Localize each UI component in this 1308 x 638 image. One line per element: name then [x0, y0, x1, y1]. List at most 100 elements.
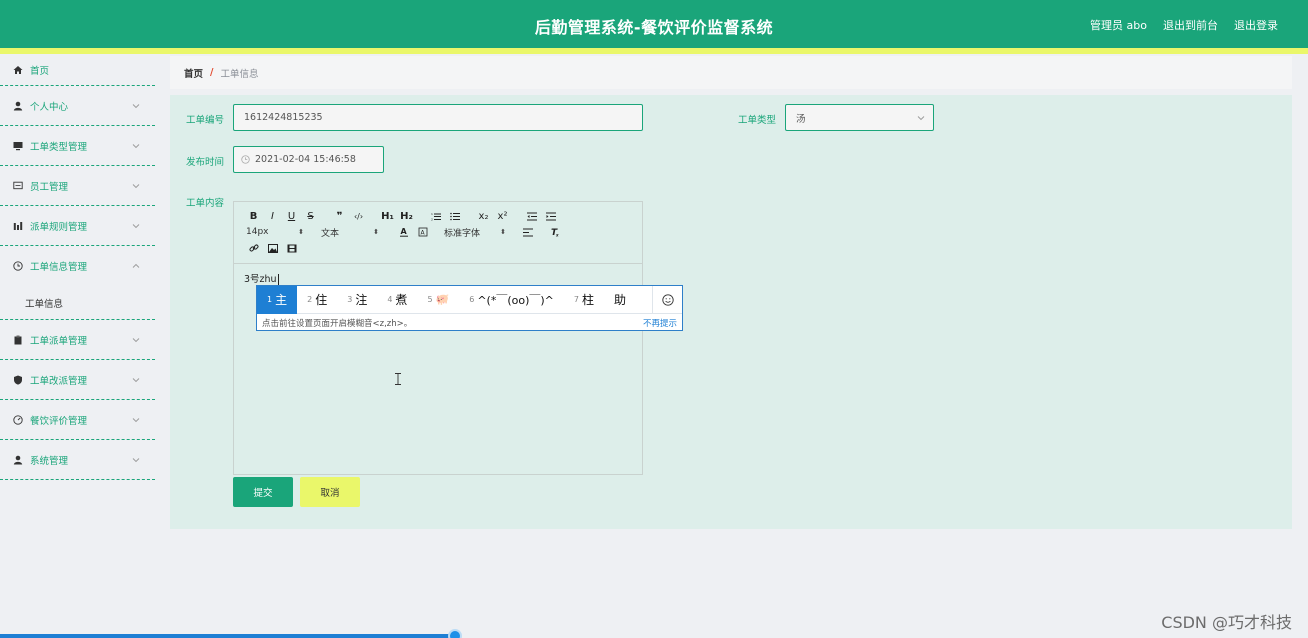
order-type-label: 工单类型 [738, 115, 777, 126]
sidebar-item-label: 系统管理 [30, 455, 69, 467]
publish-time-value: 2021-02-04 15:46:58 [255, 154, 356, 165]
logout-link[interactable]: 退出登录 [1234, 17, 1278, 33]
sidebar-item-label: 工单派单管理 [30, 335, 88, 347]
superscript-button[interactable]: x² [493, 209, 512, 223]
sidebar-subitem-order-info[interactable]: 工单信息 [0, 286, 155, 320]
ime-dismiss-link[interactable]: 不再提示 [643, 317, 677, 329]
header-links: 管理员 abo 退出到前台 退出登录 [1090, 17, 1278, 33]
app-header: 后勤管理系统-餐饮评价监督系统 管理员 abo 退出到前台 退出登录 [0, 0, 1308, 48]
content-label: 工单内容 [186, 198, 225, 209]
updown-icon: ⬍ [500, 228, 506, 236]
breadcrumb-home[interactable]: 首页 [184, 66, 203, 80]
text-style-select[interactable]: 文本 ⬍ [319, 225, 379, 239]
sidebar-item-dispatch-rules[interactable]: 派单规则管理 [0, 206, 155, 246]
video-icon[interactable] [282, 241, 301, 255]
sidebar-item-staff[interactable]: 员工管理 [0, 166, 155, 206]
chevron-down-icon [132, 457, 140, 462]
ime-candidate-popup: 1主 2住 3注 4煮 5 🐖 6 ^(*￣(oo)￣)^ 7柱 助 点击前往设置页… [256, 285, 683, 331]
chevron-down-icon [132, 223, 140, 228]
sidebar-item-label: 餐饮评价管理 [30, 415, 88, 427]
ordered-list-icon[interactable]: 12 [426, 209, 445, 223]
watermark: CSDN @巧才科技 [1161, 613, 1292, 632]
editor-toolbar: B I U S ❞ ‹/› H₁ H₂ 12 x₂ x² 14px ⬍ 文本 ⬍… [234, 202, 642, 264]
breadcrumb: 首页 / 工单信息 [170, 56, 1292, 89]
sidebar-item-label: 工单类型管理 [30, 141, 88, 153]
svg-text:A: A [400, 227, 407, 236]
breadcrumb-separator: / [210, 67, 214, 78]
outdent-icon[interactable] [522, 209, 541, 223]
clipboard-icon [13, 335, 23, 345]
indent-icon[interactable] [541, 209, 560, 223]
font-size-value: 14px [246, 227, 269, 237]
italic-button[interactable]: I [263, 209, 282, 223]
bottom-scroll-bar [0, 634, 456, 638]
sidebar-item-label: 工单改派管理 [30, 375, 88, 387]
ime-footer: 点击前往设置页面开启模糊音<z,zh>。 不再提示 [257, 314, 682, 331]
blockquote-button[interactable]: ❞ [330, 209, 349, 223]
font-size-select[interactable]: 14px ⬍ [244, 225, 304, 239]
exit-to-frontend-link[interactable]: 退出到前台 [1163, 17, 1218, 33]
updown-icon: ⬍ [298, 228, 304, 236]
submit-button[interactable]: 提交 [233, 477, 293, 507]
user-icon [13, 101, 23, 111]
sidebar: 首页 个人中心 工单类型管理 员工管理 派单规则管理 工单信息管理 工单信息 工… [0, 54, 155, 638]
order-type-select[interactable]: 汤 [785, 104, 934, 131]
bold-button[interactable]: B [244, 209, 263, 223]
chat-icon [13, 181, 23, 191]
background-color-icon[interactable]: A [413, 225, 432, 239]
align-icon[interactable] [518, 225, 537, 239]
rich-text-editor: B I U S ❞ ‹/› H₁ H₂ 12 x₂ x² 14px ⬍ 文本 ⬍… [233, 201, 643, 475]
emoji-icon[interactable] [652, 285, 682, 314]
header-stripe [0, 48, 1308, 54]
publish-time-label: 发布时间 [186, 157, 225, 168]
sidebar-item-order-dispatch[interactable]: 工单派单管理 [0, 320, 155, 360]
chevron-down-icon [132, 417, 140, 422]
sidebar-item-order-info[interactable]: 工单信息管理 [0, 246, 155, 286]
sidebar-item-dining-review[interactable]: 餐饮评价管理 [0, 400, 155, 440]
sidebar-item-system[interactable]: 系统管理 [0, 440, 155, 480]
heading1-button[interactable]: H₁ [378, 209, 397, 223]
sidebar-item-label: 员工管理 [30, 181, 69, 193]
link-icon[interactable] [244, 241, 263, 255]
ime-candidate-3[interactable]: 3注 [337, 286, 377, 314]
ime-candidate-8[interactable]: 助 [604, 286, 636, 314]
chevron-down-icon [132, 103, 140, 108]
order-no-label: 工单编号 [186, 115, 225, 126]
sidebar-item-order-type[interactable]: 工单类型管理 [0, 126, 155, 166]
clear-format-icon[interactable]: Tx [545, 225, 564, 239]
order-no-input[interactable]: 1612424815235 [233, 104, 643, 131]
publish-time-picker[interactable]: 2021-02-04 15:46:58 [233, 146, 384, 173]
sidebar-item-label: 派单规则管理 [30, 221, 88, 233]
heading2-button[interactable]: H₂ [397, 209, 416, 223]
font-color-icon[interactable]: A [394, 225, 413, 239]
ime-hint[interactable]: 点击前往设置页面开启模糊音<z,zh>。 [262, 317, 412, 329]
ime-candidate-6[interactable]: 6 ^(*￣(oo)￣)^ [459, 286, 564, 314]
text-style-value: 文本 [321, 228, 340, 239]
underline-button[interactable]: U [282, 209, 301, 223]
gauge-icon [13, 414, 23, 425]
sidebar-item-home[interactable]: 首页 [0, 54, 155, 86]
ime-candidate-4[interactable]: 4煮 [377, 286, 417, 314]
image-icon[interactable] [263, 241, 282, 255]
ime-candidate-1[interactable]: 1主 [257, 285, 298, 314]
bullet-list-icon[interactable] [445, 209, 464, 223]
order-type-value: 汤 [796, 113, 806, 125]
ime-candidate-2[interactable]: 2住 [297, 286, 337, 314]
scroll-handle[interactable] [448, 629, 462, 638]
ime-candidate-5[interactable]: 5 🐖 [417, 286, 459, 314]
ime-candidate-7[interactable]: 7柱 [564, 286, 604, 314]
bar-chart-icon [13, 221, 23, 231]
admin-user-link[interactable]: 管理员 abo [1090, 17, 1147, 33]
strike-button[interactable]: S [301, 209, 320, 223]
clock-icon [13, 261, 23, 271]
chevron-down-icon [917, 115, 925, 120]
code-block-button[interactable]: ‹/› [349, 209, 368, 223]
sidebar-item-label: 个人中心 [30, 101, 69, 113]
subscript-button[interactable]: x₂ [474, 209, 493, 223]
sidebar-item-order-reassign[interactable]: 工单改派管理 [0, 360, 155, 400]
cancel-button[interactable]: 取消 [300, 477, 360, 507]
sidebar-item-personal-center[interactable]: 个人中心 [0, 86, 155, 126]
text-cursor-icon [395, 373, 401, 385]
updown-icon: ⬍ [373, 228, 379, 236]
font-family-select[interactable]: 标准字体 ⬍ [442, 225, 506, 239]
